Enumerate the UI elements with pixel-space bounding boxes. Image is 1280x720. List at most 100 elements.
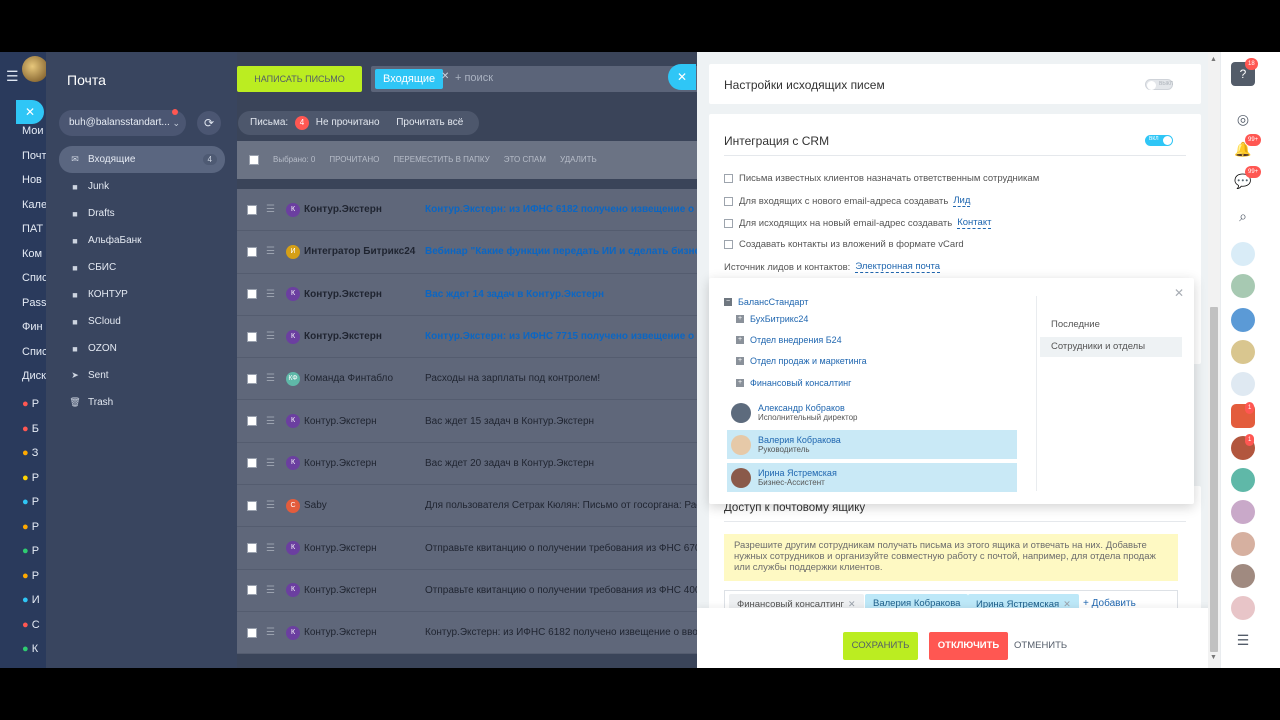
employee-item[interactable]: Александр Кобраков Исполнительный директо…: [727, 398, 1017, 427]
crm-option-2[interactable]: Для входящих с нового email-адреса созда…: [724, 195, 971, 207]
menu-icon[interactable]: ☰: [6, 68, 19, 85]
row-menu-icon[interactable]: ☰: [266, 500, 275, 511]
row-menu-icon[interactable]: ☰: [266, 416, 275, 427]
row-checkbox[interactable]: [247, 373, 257, 384]
mail-row[interactable]: ☰ К Контур.Экстерн Вас ждет 14 задач в Конт…: [237, 273, 697, 316]
select-all-checkbox[interactable]: [249, 155, 259, 165]
folder-item[interactable]: ■ Drafts: [59, 200, 225, 227]
search-input[interactable]: + поиск: [455, 72, 493, 84]
nav-item[interactable]: Pass: [22, 297, 46, 309]
row-menu-icon[interactable]: ☰: [266, 585, 275, 596]
save-button[interactable]: СОХРАНИТЬ: [843, 632, 918, 660]
contact-avatar[interactable]: [1231, 500, 1255, 524]
contact-avatar[interactable]: [1231, 242, 1255, 266]
mail-subject[interactable]: Вас ждет 20 задач в Контур.Экстерн: [425, 458, 697, 469]
collapse-icon[interactable]: −: [724, 298, 732, 306]
scroll-down-icon[interactable]: ▼: [1210, 654, 1217, 661]
expand-icon[interactable]: +: [736, 336, 744, 344]
expand-icon[interactable]: +: [736, 315, 744, 323]
scrollbar[interactable]: ▲ ▼: [1208, 52, 1220, 668]
filter-unread-link[interactable]: Не прочитано: [316, 117, 380, 128]
nav-item[interactable]: ● К: [22, 643, 38, 655]
refresh-icon[interactable]: ⟳: [197, 111, 221, 135]
mail-row[interactable]: ☰ И Интегратор Битрикс24 Вебинар "Какие фун…: [237, 231, 697, 274]
outgoing-toggle[interactable]: ВЫКЛ: [1145, 79, 1173, 90]
employee-item[interactable]: Валерия Кобракова Руководитель: [727, 430, 1017, 459]
expand-icon[interactable]: +: [736, 379, 744, 387]
nav-item[interactable]: Мои: [22, 125, 44, 137]
folder-item[interactable]: ■ Junk: [59, 173, 225, 200]
mail-subject[interactable]: Отправьте квитанцию о получении требован…: [425, 585, 697, 596]
checkbox[interactable]: [724, 218, 733, 228]
nav-item[interactable]: ПАТ: [22, 223, 43, 235]
crm-option-4[interactable]: Создавать контакты из вложений в формате…: [724, 239, 964, 250]
read-all-link[interactable]: Прочитать всё: [396, 117, 463, 128]
lead-link[interactable]: Лид: [953, 195, 971, 207]
nav-item[interactable]: Нов: [22, 174, 42, 186]
row-menu-icon[interactable]: ☰: [266, 331, 275, 342]
nav-item[interactable]: Ком: [22, 248, 42, 260]
chip-remove-icon[interactable]: ✕: [441, 71, 449, 82]
department-item[interactable]: + Отдел внедрения Б24: [736, 335, 842, 345]
tree-root[interactable]: − БалансСтандарт: [724, 297, 808, 307]
mail-row[interactable]: ☰ К Контур.Экстерн Контур.Экстерн: из ИФНС …: [237, 189, 697, 232]
row-menu-icon[interactable]: ☰: [266, 458, 275, 469]
mail-row[interactable]: ☰ К Контур.Экстерн Вас ждет 20 задач в Конт…: [237, 442, 697, 486]
crm-option-3[interactable]: Для исходящих на новый email-адрес созда…: [724, 217, 992, 229]
row-checkbox[interactable]: [247, 500, 257, 511]
mail-subject[interactable]: Вебинар "Какие функции передать ИИ и сде…: [425, 246, 697, 257]
checkbox[interactable]: [724, 240, 733, 249]
tab-recent[interactable]: Последние: [1040, 315, 1182, 335]
delete-button[interactable]: УДАЛИТЬ: [560, 141, 597, 179]
checkbox[interactable]: [724, 196, 733, 206]
contact-avatar[interactable]: [1231, 340, 1255, 364]
folder-item[interactable]: ■ АльфаБанк: [59, 227, 225, 254]
spam-button[interactable]: ЭТО СПАМ: [504, 141, 546, 179]
mail-row[interactable]: ☰ К Контур.Экстерн Контур.Экстерн: из ИФНС …: [237, 611, 697, 655]
expand-icon[interactable]: +: [736, 357, 744, 365]
crm-toggle[interactable]: ВКЛ: [1145, 135, 1173, 146]
mail-subject[interactable]: Контур.Экстерн: из ИФНС 7715 получено из…: [425, 331, 697, 342]
mail-subject[interactable]: Вас ждет 14 задач в Контур.Экстерн: [425, 289, 697, 300]
source-link[interactable]: Электронная почта: [855, 261, 941, 273]
folder-item[interactable]: 🗑 Trash: [59, 389, 225, 416]
mail-row[interactable]: ☰ К Контур.Экстерн Вас ждет 15 задач в Конт…: [237, 400, 697, 443]
nav-item[interactable]: ● Р: [22, 570, 39, 582]
search-bar[interactable]: Входящие ✕ + поиск: [371, 66, 697, 92]
account-selector[interactable]: buh@balansstandart... ⌄: [59, 109, 186, 136]
folder-item[interactable]: ■ СБИС: [59, 254, 225, 281]
mail-subject[interactable]: Отправьте квитанцию о получении требован…: [425, 543, 697, 554]
mark-read-button[interactable]: ПРОЧИТАНО: [329, 141, 379, 179]
nav-item[interactable]: Спис: [22, 272, 46, 284]
row-menu-icon[interactable]: ☰: [266, 204, 275, 215]
row-checkbox[interactable]: [247, 204, 257, 215]
scroll-up-icon[interactable]: ▲: [1210, 56, 1217, 63]
cancel-button[interactable]: ОТМЕНИТЬ: [1014, 632, 1067, 660]
folder-item[interactable]: ■ SCloud: [59, 308, 225, 335]
mail-subject[interactable]: Контур.Экстерн: из ИФНС 6182 получено из…: [425, 627, 697, 638]
department-item[interactable]: + Финансовый консалтинг: [736, 378, 851, 388]
contact-link[interactable]: Контакт: [957, 217, 992, 229]
contact-avatar[interactable]: [1231, 308, 1255, 332]
timer-icon[interactable]: ◎: [1231, 107, 1255, 131]
close-icon[interactable]: ✕: [16, 100, 44, 124]
department-item[interactable]: + БухБитрикс24: [736, 314, 808, 324]
row-menu-icon[interactable]: ☰: [266, 289, 275, 300]
nav-item[interactable]: Почт: [22, 150, 46, 162]
row-menu-icon[interactable]: ☰: [266, 543, 275, 554]
folder-item[interactable]: ■ OZON: [59, 335, 225, 362]
nav-item[interactable]: ● С: [22, 619, 40, 631]
close-icon[interactable]: ✕: [1174, 286, 1184, 300]
mail-subject[interactable]: Вас ждет 15 задач в Контур.Экстерн: [425, 416, 697, 427]
nav-item[interactable]: ● З: [22, 447, 38, 459]
mail-subject[interactable]: Для пользователя Сетрак Кюлян: Письмо от…: [425, 500, 697, 511]
nav-item[interactable]: ● Б: [22, 423, 39, 435]
compose-button[interactable]: НАПИСАТЬ ПИСЬМО: [237, 66, 362, 92]
row-menu-icon[interactable]: ☰: [266, 627, 275, 638]
close-icon[interactable]: ✕: [668, 64, 696, 90]
scroll-thumb[interactable]: [1210, 307, 1218, 652]
department-item[interactable]: + Отдел продаж и маркетинга: [736, 356, 867, 366]
row-checkbox[interactable]: [247, 331, 257, 342]
row-checkbox[interactable]: [247, 246, 257, 257]
folder-item[interactable]: ✉ Входящие 4: [59, 146, 225, 173]
